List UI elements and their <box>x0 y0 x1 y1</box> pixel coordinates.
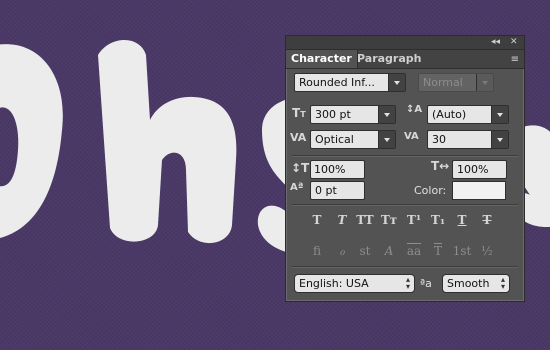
panel-title-strip: ◂◂ ✕ <box>286 36 524 50</box>
divider <box>292 155 518 157</box>
panel-menu-icon[interactable]: ≡ <box>511 54 519 65</box>
kerning-icon: VA <box>290 131 307 144</box>
kerning-select[interactable]: Optical <box>310 130 396 149</box>
panel-tabs: Character Paragraph ≡ <box>286 50 524 69</box>
fractions-button[interactable]: ½ <box>476 244 498 258</box>
up-down-icon: ▴ ▾ <box>500 275 505 291</box>
color-label: Color: <box>414 184 447 197</box>
subscript-button[interactable]: T₁ <box>427 213 449 227</box>
chevron-down-icon <box>491 106 508 123</box>
swash-button[interactable]: A <box>378 244 400 258</box>
chevron-down-icon <box>491 131 508 148</box>
close-icon[interactable]: ✕ <box>510 36 518 49</box>
small-caps-button[interactable]: Tт <box>378 213 400 227</box>
font-size-select[interactable]: 300 pt <box>310 105 396 124</box>
chevron-down-icon <box>476 74 493 91</box>
anti-alias-value: Smooth <box>447 277 490 290</box>
anti-alias-icon: ªa <box>420 277 432 290</box>
stylistic-alternates-button[interactable]: aa <box>403 244 425 258</box>
all-caps-button[interactable]: TT <box>354 213 376 227</box>
anti-alias-select[interactable]: Smooth ▴ ▾ <box>442 274 510 293</box>
horizontal-scale-icon: T↔ <box>431 159 450 173</box>
tab-paragraph[interactable]: Paragraph <box>352 50 426 68</box>
leading-select[interactable]: (Auto) <box>427 105 509 124</box>
discretionary-ligatures-button[interactable]: ℴ <box>331 244 353 258</box>
font-size-icon: TT <box>292 106 306 120</box>
divider <box>292 266 518 268</box>
faux-bold-button[interactable]: T <box>306 213 328 227</box>
color-swatch[interactable] <box>452 181 506 200</box>
tab-character[interactable]: Character <box>286 50 358 68</box>
divider <box>292 204 518 206</box>
kerning-value: Optical <box>315 133 354 146</box>
superscript-button[interactable]: T¹ <box>403 213 425 227</box>
ligatures-button[interactable]: fi <box>306 244 328 258</box>
up-down-icon: ▴ ▾ <box>405 275 410 291</box>
leading-value: (Auto) <box>432 108 467 121</box>
faux-italic-button[interactable]: T <box>331 213 353 227</box>
horizontal-scale-value: 100% <box>457 163 489 176</box>
chevron-down-icon <box>378 131 395 148</box>
chevron-down-icon <box>378 106 395 123</box>
vertical-scale-value: 100% <box>314 163 346 176</box>
contextual-alternates-button[interactable]: st <box>354 244 376 258</box>
strikethrough-button[interactable]: T <box>476 213 498 227</box>
tracking-select[interactable]: 30 <box>427 130 509 149</box>
titling-alternates-button[interactable]: T <box>427 244 449 258</box>
language-select[interactable]: English: USA ▴ ▾ <box>294 274 415 293</box>
underline-button[interactable]: T <box>451 213 473 227</box>
ordinals-button[interactable]: 1st <box>451 244 473 258</box>
character-panel: ◂◂ ✕ Character Paragraph ≡ Rounded Inf..… <box>285 35 525 302</box>
tracking-value: 30 <box>432 133 446 146</box>
font-family-select[interactable]: Rounded Inf... <box>294 73 406 92</box>
vertical-scale-icon: ↕T <box>291 161 310 175</box>
font-style-select: Normal <box>418 73 494 92</box>
collapse-icon[interactable]: ◂◂ <box>491 36 500 49</box>
vertical-scale-input[interactable]: 100% <box>310 160 365 179</box>
baseline-shift-icon: Aª <box>290 182 304 193</box>
baseline-shift-input[interactable]: 0 pt <box>310 181 365 200</box>
horizontal-scale-input[interactable]: 100% <box>452 160 507 179</box>
font-size-value: 300 pt <box>315 108 351 121</box>
font-family-value: Rounded Inf... <box>299 76 375 89</box>
baseline-shift-value: 0 pt <box>315 184 337 197</box>
font-style-value: Normal <box>423 76 463 89</box>
chevron-down-icon <box>388 74 405 91</box>
language-value: English: USA <box>299 277 369 290</box>
tracking-icon: VA <box>404 131 419 142</box>
leading-icon: ↕A <box>406 104 423 115</box>
